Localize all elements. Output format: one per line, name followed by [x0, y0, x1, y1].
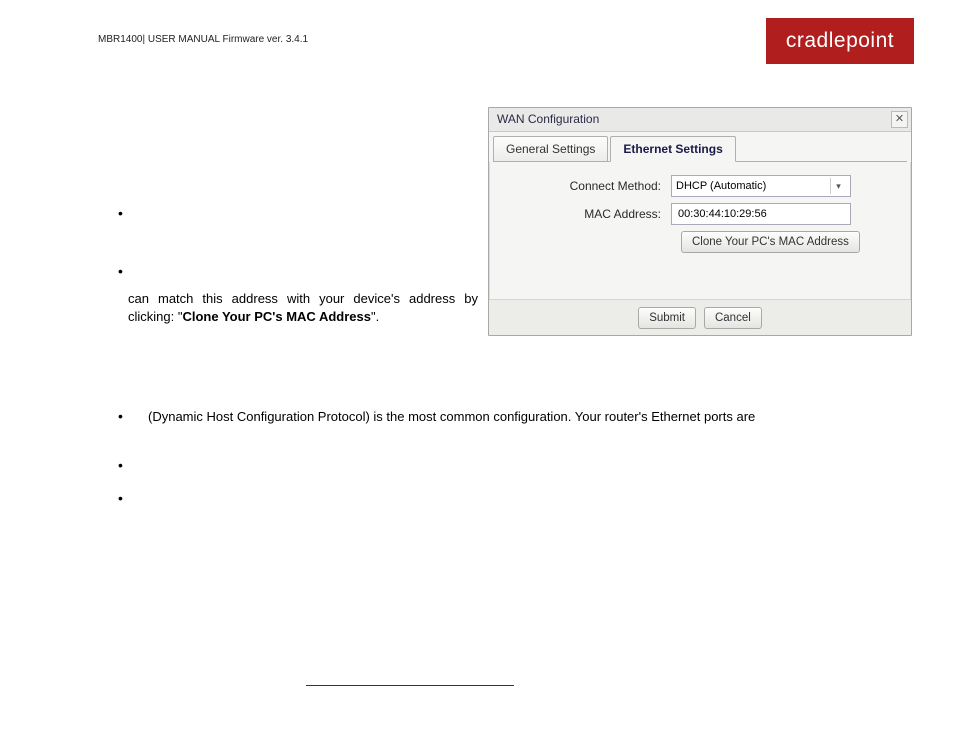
tab-label: General Settings [506, 142, 595, 156]
button-label: Submit [649, 312, 685, 324]
button-label: Cancel [715, 312, 751, 324]
spacer [503, 231, 681, 253]
dialog-footer: Submit Cancel [489, 299, 911, 335]
close-button[interactable]: ✕ [891, 111, 908, 128]
bold-clone-text: Clone Your PC's MAC Address [182, 309, 371, 324]
submit-button[interactable]: Submit [638, 307, 696, 329]
close-icon: ✕ [895, 113, 904, 125]
tab-ethernet-settings[interactable]: Ethernet Settings [610, 136, 735, 162]
chevron-down-icon: ▾ [830, 178, 846, 194]
page-header: MBR1400| USER MANUAL Firmware ver. 3.4.1… [0, 10, 954, 62]
tab-bar: General Settings Ethernet Settings [489, 132, 911, 162]
wan-configuration-dialog: WAN Configuration ✕ General Settings Eth… [488, 107, 912, 336]
tab-general-settings[interactable]: General Settings [493, 136, 608, 162]
logo-text: cradlepoint [786, 29, 894, 53]
button-label: Clone Your PC's MAC Address [692, 236, 849, 248]
label-mac-address: MAC Address: [503, 207, 671, 221]
connect-method-dropdown[interactable]: DHCP (Automatic) ▾ [671, 175, 851, 197]
manual-version-text: MBR1400| USER MANUAL Firmware ver. 3.4.1 [98, 34, 308, 45]
cancel-button[interactable]: Cancel [704, 307, 762, 329]
row-connect-method: Connect Method: DHCP (Automatic) ▾ [503, 175, 897, 197]
bullet-icon: • [118, 205, 123, 221]
bullet-icon: • [118, 490, 123, 506]
bullet-icon: • [118, 263, 123, 279]
dialog-title-text: WAN Configuration [497, 112, 599, 126]
bullet-icon: • [118, 408, 123, 424]
body-paragraph-mac: can match this address with your device'… [128, 290, 478, 325]
dropdown-value: DHCP (Automatic) [676, 180, 766, 192]
label-connect-method: Connect Method: [503, 179, 671, 193]
form-area: Connect Method: DHCP (Automatic) ▾ MAC A… [489, 163, 911, 259]
hyperlink-underline [306, 685, 514, 686]
row-clone-button: Clone Your PC's MAC Address [503, 231, 897, 253]
dialog-titlebar: WAN Configuration ✕ [489, 108, 911, 132]
text-fragment: ". [371, 309, 379, 324]
text-fragment: (Dynamic Host Configuration Protocol) is… [148, 409, 755, 424]
bullet-icon: • [118, 457, 123, 473]
tab-label: Ethernet Settings [623, 142, 722, 156]
cradlepoint-logo: cradlepoint [766, 18, 914, 64]
body-paragraph-dhcp: (Dynamic Host Configuration Protocol) is… [148, 408, 868, 426]
row-mac-address: MAC Address: [503, 203, 897, 225]
mac-address-input[interactable] [671, 203, 851, 225]
clone-mac-button[interactable]: Clone Your PC's MAC Address [681, 231, 860, 253]
